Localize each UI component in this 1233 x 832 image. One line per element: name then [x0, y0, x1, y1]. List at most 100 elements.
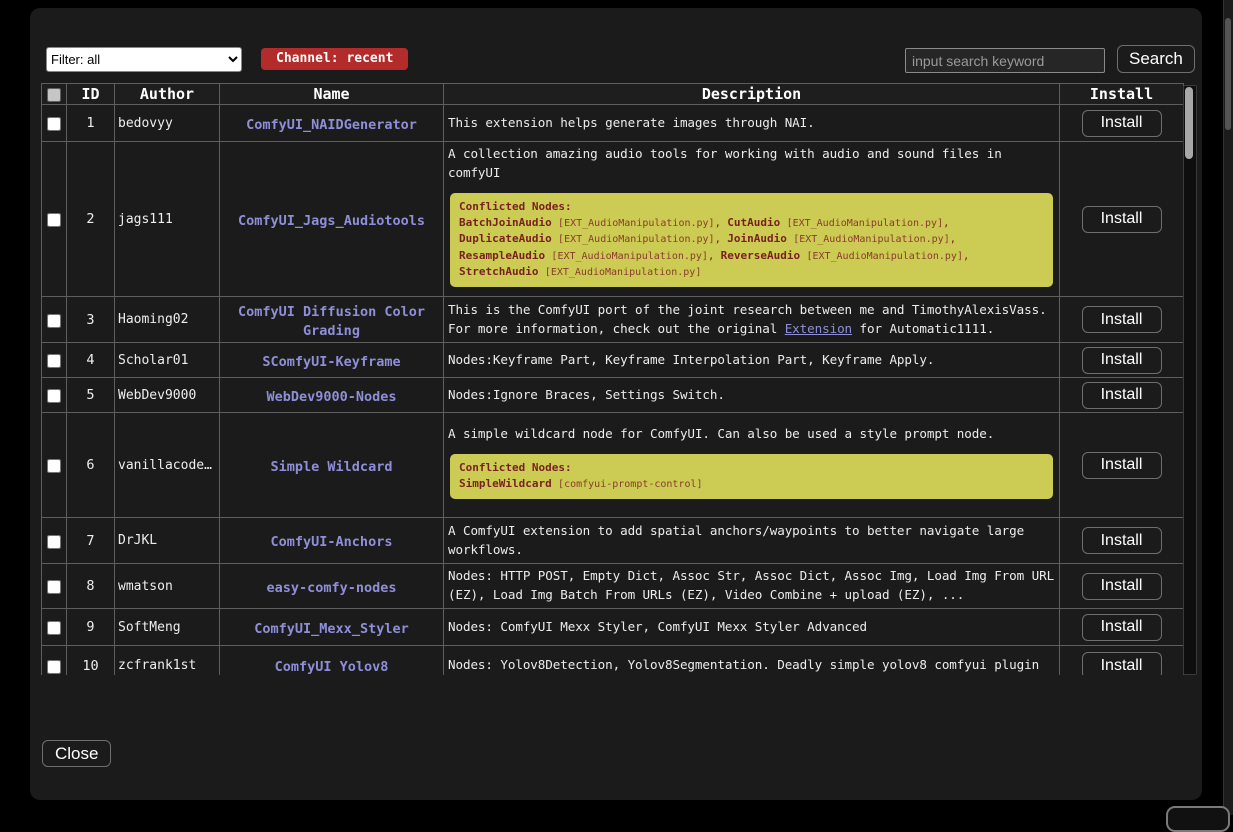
install-cell: Install: [1060, 564, 1184, 609]
conflict-node-source: [EXT_AudioManipulation.py]: [558, 234, 715, 245]
checkbox-cell: [42, 297, 67, 343]
conflict-node-source: [comfyui-prompt-control]: [558, 479, 703, 490]
page-scrollbar-thumb[interactable]: [1225, 18, 1231, 130]
row-checkbox[interactable]: [47, 660, 61, 674]
author-cell: wmatson: [115, 564, 220, 609]
id-cell: 3: [67, 297, 115, 343]
description-cell: Nodes:Ignore Braces, Settings Switch.: [444, 378, 1060, 413]
name-cell: ComfyUI Yolov8: [220, 646, 444, 676]
row-checkbox[interactable]: [47, 389, 61, 403]
id-cell: 7: [67, 518, 115, 564]
install-button[interactable]: Install: [1082, 206, 1162, 233]
custom-nodes-dialog: Filter: all Channel: recent Search ID Au…: [30, 8, 1202, 800]
install-button[interactable]: Install: [1082, 527, 1162, 554]
table-scrollbar[interactable]: [1183, 85, 1197, 675]
description-link[interactable]: Extension: [785, 321, 852, 336]
table-row: 7DrJKLComfyUI-AnchorsA ComfyUI extension…: [42, 518, 1184, 564]
author-cell: zcfrank1st: [115, 646, 220, 676]
install-cell: Install: [1060, 609, 1184, 646]
name-cell: ComfyUI_Jags_Audiotools: [220, 142, 444, 297]
page-scrollbar[interactable]: [1223, 0, 1233, 815]
id-cell: 10: [67, 646, 115, 676]
table-row: 4Scholar01 SComfyUI-Keyframe Nodes:Keyfram…: [42, 343, 1184, 378]
row-checkbox[interactable]: [47, 621, 61, 635]
table-row: 9SoftMengComfyUI_Mexx_StylerNodes: Comfy…: [42, 609, 1184, 646]
search-input[interactable]: [905, 48, 1105, 73]
conflict-node-name: SimpleWildcard: [459, 477, 552, 490]
row-checkbox[interactable]: [47, 535, 61, 549]
checkbox-cell: [42, 646, 67, 676]
name-cell: SComfyUI-Keyframe: [220, 343, 444, 378]
table-header-row: ID Author Name Description Install: [42, 84, 1184, 105]
row-checkbox[interactable]: [47, 314, 61, 328]
conflict-node-source: [EXT_AudioManipulation.py]: [793, 234, 950, 245]
install-button[interactable]: Install: [1082, 110, 1162, 137]
table-row: 6vanillacode…Simple WildcardA simple wil…: [42, 413, 1184, 518]
id-cell: 1: [67, 105, 115, 142]
filter-select[interactable]: Filter: all: [46, 47, 242, 72]
author-cell: jags111: [115, 142, 220, 297]
author-cell: SoftMeng: [115, 609, 220, 646]
conflict-node-name: ReverseAudio: [721, 249, 800, 262]
row-checkbox[interactable]: [47, 459, 61, 473]
description-cell: Nodes:Keyframe Part, Keyframe Interpolat…: [444, 343, 1060, 378]
table-row: 5WebDev9000WebDev9000-NodesNodes:Ignore …: [42, 378, 1184, 413]
background-button-partial[interactable]: [1166, 806, 1230, 832]
install-button[interactable]: Install: [1082, 306, 1162, 333]
conflict-node-source: [EXT_AudioManipulation.py]: [806, 251, 963, 262]
node-name-link[interactable]: Simple Wildcard: [271, 459, 393, 475]
install-button[interactable]: Install: [1082, 573, 1162, 600]
author-cell: Scholar01: [115, 343, 220, 378]
header-install: Install: [1060, 84, 1184, 105]
name-cell: ComfyUI Diffusion Color Grading: [220, 297, 444, 343]
node-name-link[interactable]: ComfyUI_Mexx_Styler: [254, 621, 408, 637]
install-button[interactable]: Install: [1082, 652, 1162, 675]
install-button[interactable]: Install: [1082, 347, 1162, 374]
description-cell: This extension helps generate images thr…: [444, 105, 1060, 142]
table-row: 1bedovyyComfyUI_NAIDGeneratorThis extens…: [42, 105, 1184, 142]
node-name-link[interactable]: easy-comfy-nodes: [266, 580, 396, 596]
id-cell: 5: [67, 378, 115, 413]
row-checkbox[interactable]: [47, 213, 61, 227]
install-cell: Install: [1060, 518, 1184, 564]
name-cell: WebDev9000-Nodes: [220, 378, 444, 413]
conflict-node-source: [EXT_AudioManipulation.py]: [787, 218, 944, 229]
id-cell: 8: [67, 564, 115, 609]
install-button[interactable]: Install: [1082, 614, 1162, 641]
id-cell: 4: [67, 343, 115, 378]
description-cell: Nodes: HTTP POST, Empty Dict, Assoc Str,…: [444, 564, 1060, 609]
row-checkbox[interactable]: [47, 117, 61, 131]
conflict-node-name: BatchJoinAudio: [459, 216, 552, 229]
row-checkbox[interactable]: [47, 354, 61, 368]
install-button[interactable]: Install: [1082, 382, 1162, 409]
node-name-link[interactable]: SComfyUI-Keyframe: [262, 354, 400, 370]
conflict-node-source: [EXT_AudioManipulation.py]: [551, 251, 708, 262]
node-name-link[interactable]: WebDev9000-Nodes: [266, 389, 396, 405]
description-cell: A simple wildcard node for ComfyUI. Can …: [444, 413, 1060, 518]
checkbox-cell: [42, 413, 67, 518]
conflicted-nodes-label: Conflicted Nodes:: [459, 460, 1044, 476]
nodes-table-body: 1bedovyyComfyUI_NAIDGeneratorThis extens…: [42, 105, 1184, 676]
header-name: Name: [220, 84, 444, 105]
channel-badge[interactable]: Channel: recent: [261, 48, 408, 70]
table-scrollbar-thumb[interactable]: [1185, 87, 1193, 159]
search-button[interactable]: Search: [1117, 45, 1195, 73]
header-checkbox-cell: [42, 84, 67, 105]
node-name-link[interactable]: ComfyUI-Anchors: [271, 534, 393, 550]
install-button[interactable]: Install: [1082, 452, 1162, 479]
node-name-link[interactable]: ComfyUI_Jags_Audiotools: [238, 213, 425, 229]
node-name-link[interactable]: ComfyUI_NAIDGenerator: [246, 117, 417, 133]
close-button[interactable]: Close: [42, 740, 111, 767]
node-name-link[interactable]: ComfyUI Diffusion Color Grading: [238, 304, 425, 339]
nodes-table-container: ID Author Name Description Install 1bedo…: [41, 83, 1197, 675]
author-cell: vanillacode…: [115, 413, 220, 518]
row-checkbox[interactable]: [47, 580, 61, 594]
install-cell: Install: [1060, 297, 1184, 343]
header-description: Description: [444, 84, 1060, 105]
node-name-link[interactable]: ComfyUI Yolov8: [275, 659, 389, 675]
conflict-node-name: JoinAudio: [727, 232, 787, 245]
table-row: 3Haoming02ComfyUI Diffusion Color Gradin…: [42, 297, 1184, 343]
select-all-checkbox[interactable]: [47, 88, 61, 102]
install-cell: Install: [1060, 343, 1184, 378]
conflict-node-name: StretchAudio: [459, 265, 538, 278]
